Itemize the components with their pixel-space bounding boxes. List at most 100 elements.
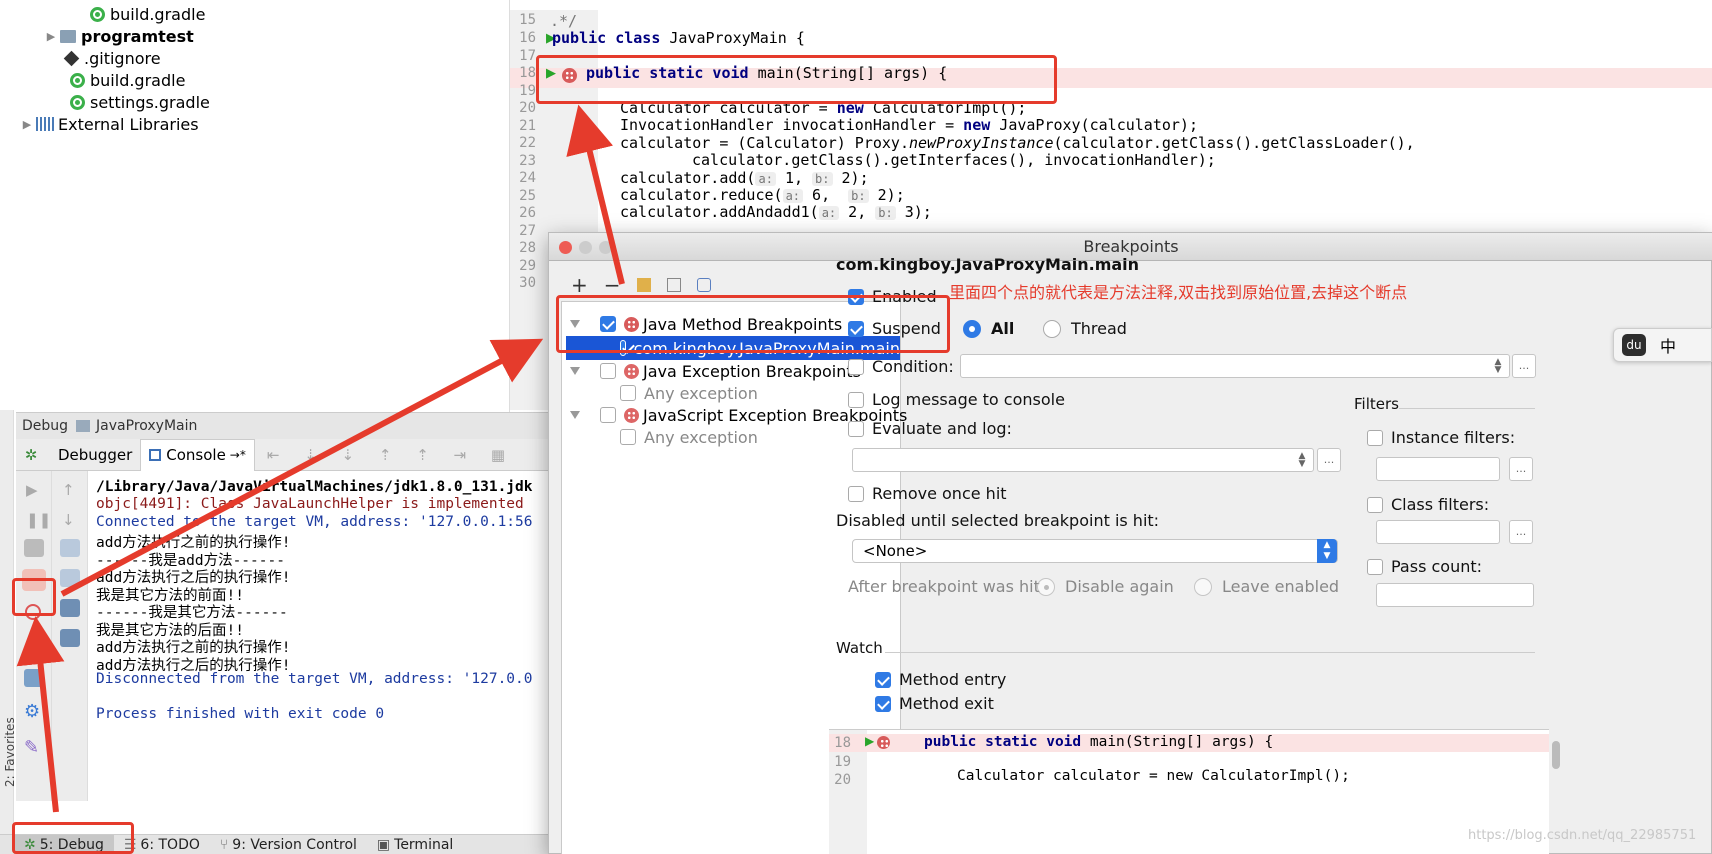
pass-count-checkbox[interactable]: Pass count: <box>1367 557 1482 576</box>
keyword: public class <box>552 29 661 47</box>
minimize-icon[interactable] <box>579 241 592 254</box>
step-toolbar-icons[interactable]: ⇤ ⇣ ⇣ ⇡ ⇡ ⇥ ▦ <box>267 446 515 464</box>
checkbox[interactable] <box>875 671 891 688</box>
category-checkbox[interactable] <box>600 407 616 423</box>
class-filters-checkbox[interactable]: Class filters: <box>1367 495 1489 514</box>
group-file-icon[interactable] <box>666 278 681 292</box>
settings-icon[interactable]: ⚙ <box>24 701 40 722</box>
tab-debugger-label: Debugger <box>58 445 133 464</box>
tree-item-external-libraries[interactable]: ▶ External Libraries <box>18 112 199 136</box>
bug-icon[interactable]: ✲ <box>16 446 46 464</box>
checkbox[interactable] <box>848 485 864 502</box>
class-filters-field[interactable] <box>1376 520 1500 544</box>
stepper-icon[interactable]: ▲ ▼ <box>1295 452 1309 469</box>
expand-arrow-icon[interactable]: ▶ <box>18 118 36 131</box>
vcs-icon: ⑂ <box>219 836 229 853</box>
remove-once-hit-checkbox[interactable]: Remove once hit <box>848 484 1007 503</box>
layout-icon[interactable] <box>24 669 44 687</box>
trash-icon[interactable] <box>60 629 80 647</box>
stepper-icon[interactable]: ▲ ▼ <box>1491 358 1505 375</box>
radio-thread[interactable]: Thread <box>1043 319 1127 338</box>
instance-filters-label: Instance filters: <box>1391 428 1516 447</box>
group-folder-icon[interactable] <box>636 278 651 292</box>
radio[interactable] <box>963 319 981 338</box>
list-item-any-exception[interactable]: Any exception <box>620 381 758 405</box>
condition-checkbox[interactable]: Condition: <box>848 357 954 376</box>
log-message-checkbox[interactable]: Log message to console <box>848 390 1065 409</box>
favorites-label[interactable]: 2: Favorites <box>3 707 17 787</box>
condition-more-button[interactable]: ... <box>1512 354 1536 378</box>
class-filters-more-button[interactable]: ... <box>1509 520 1533 544</box>
radio[interactable] <box>1043 319 1061 338</box>
tree-item-gitignore[interactable]: .gitignore <box>62 46 161 70</box>
line-number: 20 <box>834 772 851 788</box>
radio[interactable] <box>1037 577 1055 596</box>
list-item-any-exception[interactable]: Any exception <box>620 425 758 449</box>
checkbox[interactable] <box>848 358 864 375</box>
radio-leave-enabled[interactable]: Leave enabled <box>1194 577 1339 596</box>
ide-window: build.gradle ▶ programtest .gitignore bui… <box>0 0 1712 854</box>
radio[interactable] <box>1194 577 1212 596</box>
evaluate-field[interactable]: ▲ ▼ <box>852 448 1314 472</box>
tree-item-programtest[interactable]: ▶ programtest <box>42 24 194 48</box>
checkbox[interactable] <box>1367 429 1383 446</box>
disabled-until-select[interactable]: <None> ▲ ▼ <box>852 539 1338 563</box>
checkbox[interactable] <box>875 695 891 712</box>
radio-disable-again[interactable]: Disable again <box>1037 577 1174 596</box>
method-exit-checkbox[interactable]: Method exit <box>875 694 994 713</box>
favorites-strip[interactable]: 2: Favorites <box>0 410 17 834</box>
remove-breakpoint-button[interactable]: − <box>604 273 621 297</box>
checkbox[interactable] <box>848 391 864 408</box>
run-icon[interactable]: ▶ <box>865 734 874 748</box>
breakpoint-checkbox[interactable] <box>620 429 636 445</box>
zoom-icon[interactable] <box>599 241 612 254</box>
add-breakpoint-button[interactable]: + <box>571 273 588 297</box>
instance-filters-more-button[interactable]: ... <box>1509 457 1533 481</box>
scroll-end-icon[interactable] <box>60 569 80 587</box>
method-breakpoint-icon[interactable] <box>877 736 890 749</box>
tree-item-build-gradle[interactable]: build.gradle <box>70 68 185 92</box>
pause-icon[interactable]: ❚❚ <box>26 511 51 529</box>
expand-arrow-icon[interactable] <box>570 411 580 419</box>
stop-icon[interactable] <box>24 539 44 557</box>
ime-toolbar[interactable]: du 中 <box>1613 328 1712 362</box>
code-preview[interactable]: 18 19 20 ▶ public static void main(Strin… <box>829 729 1549 854</box>
tree-item-settings-gradle[interactable]: settings.gradle <box>70 90 210 114</box>
checkbox[interactable] <box>848 420 864 437</box>
expand-arrow-icon[interactable] <box>570 367 580 375</box>
print-icon[interactable] <box>60 599 80 617</box>
ime-language-toggle[interactable]: 中 <box>1660 333 1676 357</box>
list-item-java-exception-breakpoints[interactable]: Java Exception Breakpoints <box>570 359 861 383</box>
method-entry-checkbox[interactable]: Method entry <box>875 670 1006 689</box>
tab-terminal[interactable]: ▣ Terminal <box>367 835 463 854</box>
instance-filters-checkbox[interactable]: Instance filters: <box>1367 428 1515 447</box>
checkbox[interactable] <box>1367 558 1383 575</box>
disabled-until-label: Disabled until selected breakpoint is hi… <box>836 511 1160 530</box>
breakpoint-checkbox[interactable] <box>620 385 636 401</box>
close-icon[interactable] <box>559 241 572 254</box>
wrap-icon[interactable] <box>60 539 80 557</box>
evaluate-checkbox[interactable]: Evaluate and log: <box>848 419 1012 438</box>
category-checkbox[interactable] <box>600 363 616 379</box>
console-output[interactable]: /Library/Java/JavaVirtualMachines/jdk1.8… <box>96 479 556 809</box>
line-number: 24 <box>519 170 536 186</box>
up-arrow-icon[interactable]: ↑ <box>62 481 75 499</box>
expand-arrow-icon[interactable]: ▶ <box>42 30 60 43</box>
baidu-ime-icon[interactable]: du <box>1622 334 1646 356</box>
condition-field[interactable]: ▲ ▼ <box>960 354 1510 378</box>
tree-item-build-gradle[interactable]: build.gradle <box>90 2 205 26</box>
resume-icon[interactable]: ▶ <box>26 481 38 499</box>
radio-all[interactable]: All <box>963 319 1014 338</box>
evaluate-more-button[interactable]: ... <box>1317 448 1341 472</box>
preview-scrollbar[interactable] <box>1552 741 1560 769</box>
tab-console[interactable]: Console →* <box>140 438 255 471</box>
all-label: All <box>991 319 1015 338</box>
group-class-icon[interactable] <box>696 278 711 292</box>
tab-version-control[interactable]: ⑂ 9: Version Control <box>210 835 367 854</box>
down-arrow-icon[interactable]: ↓ <box>62 511 75 529</box>
tab-debugger[interactable]: Debugger <box>50 439 140 471</box>
checkbox[interactable] <box>1367 496 1383 513</box>
instance-filters-field[interactable] <box>1376 457 1500 481</box>
pass-count-field[interactable] <box>1376 583 1534 607</box>
pin-icon[interactable]: ✎ <box>24 737 39 758</box>
